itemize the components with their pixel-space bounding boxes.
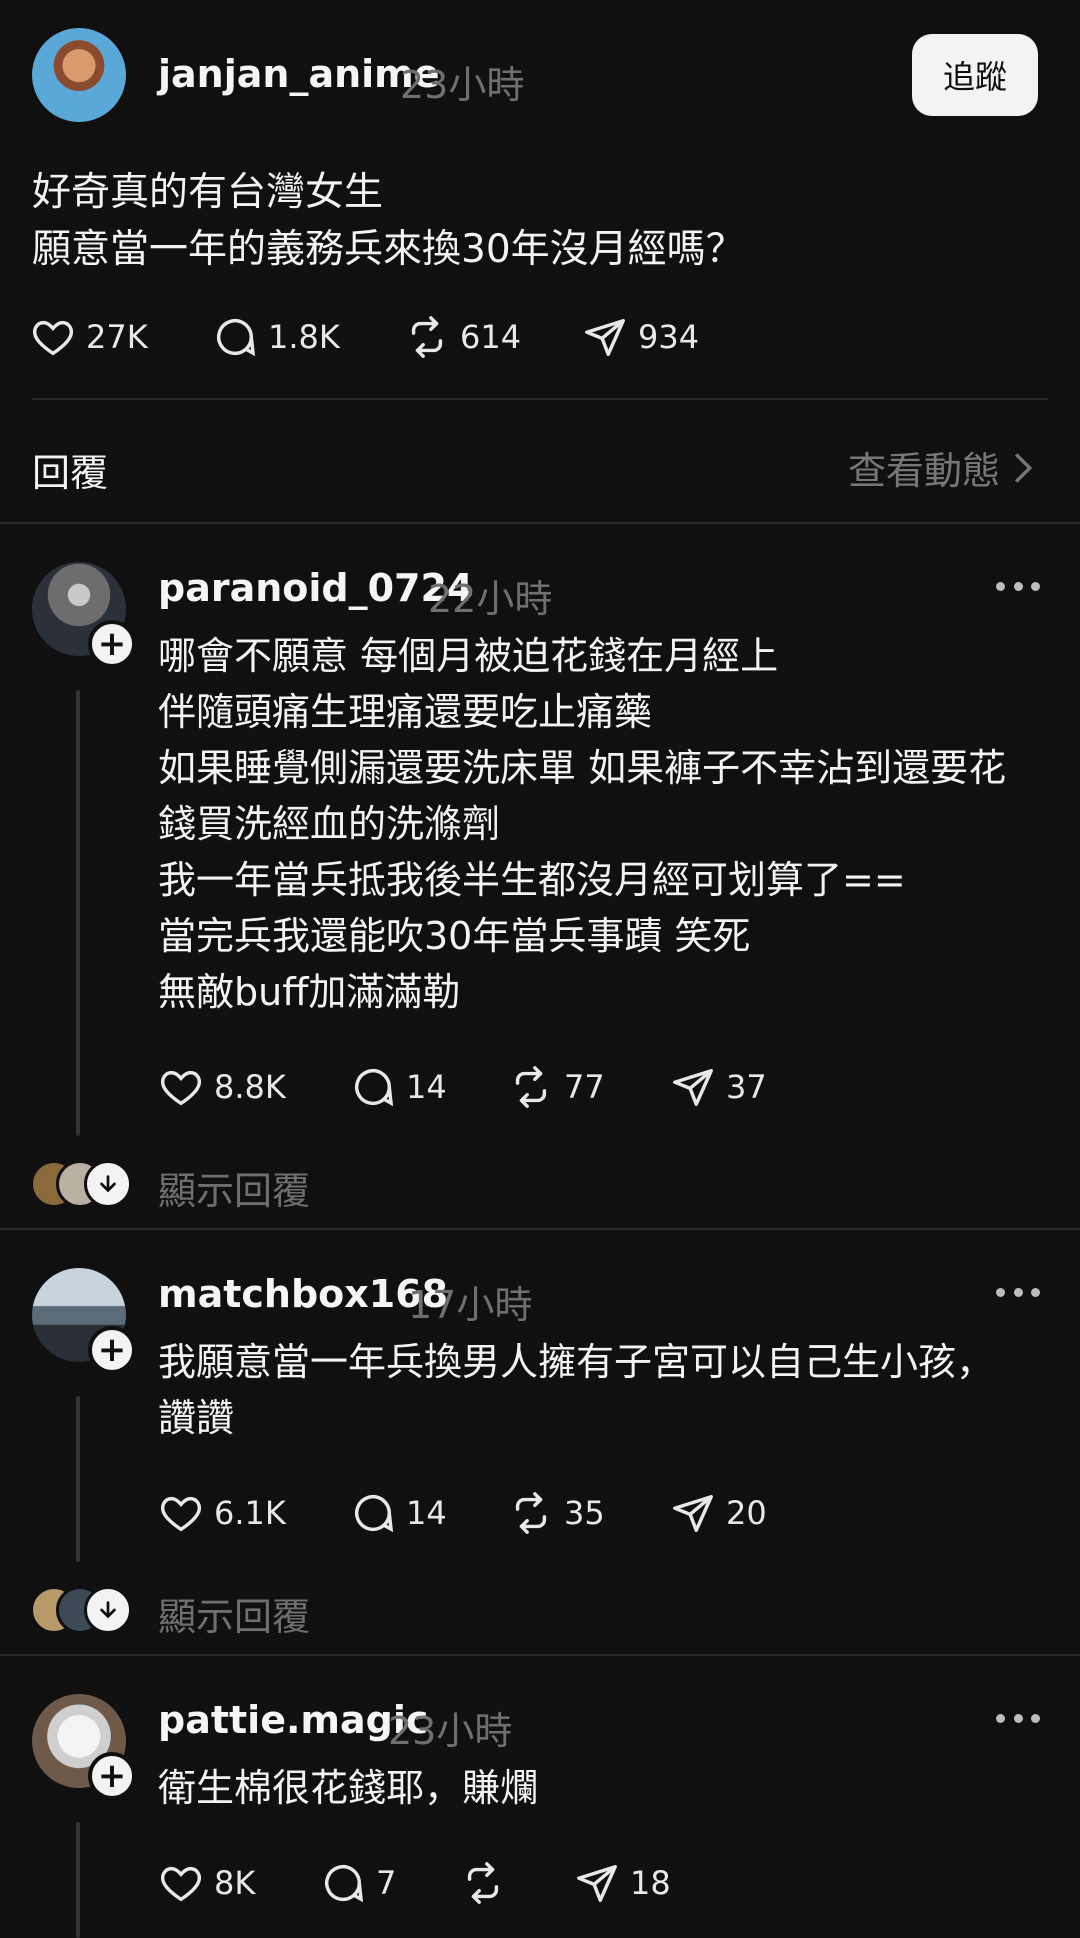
repost-icon [515, 1492, 547, 1534]
comment-text: 我願意當一年兵換男人擁有子宮可以自己生小孩， 讚讚 [158, 1334, 1038, 1446]
comment-text-line: 如果睡覺側漏還要洗床單 如果褲子不幸沾到還要花 [158, 746, 1007, 790]
repost-icon [411, 316, 443, 358]
comment-button[interactable]: 14 [350, 1064, 447, 1110]
send-icon [585, 318, 625, 356]
comment-text-line: 錢買洗經血的洗滌劑 [158, 802, 501, 846]
divider [0, 522, 1080, 524]
repost-button[interactable]: 77 [508, 1064, 605, 1110]
comment-bubble-icon [217, 319, 256, 357]
more-dots-icon[interactable] [996, 1712, 1040, 1724]
like-count: 27K [86, 318, 148, 356]
repost-count: 35 [564, 1494, 605, 1532]
comment-text-line: 衛生棉很花錢耶，賺爛 [158, 1766, 539, 1810]
like-button[interactable]: 27K [30, 314, 148, 360]
repost-count: 77 [564, 1068, 605, 1106]
repost-button[interactable]: 35 [508, 1490, 605, 1536]
comment-button[interactable]: 14 [350, 1490, 447, 1536]
more-dots-icon[interactable] [996, 1286, 1040, 1298]
share-count: 37 [726, 1068, 767, 1106]
thread-line [76, 1396, 80, 1562]
comment-text-line: 我一年當兵抵我後半生都沒月經可划算了== [158, 858, 906, 902]
like-button[interactable]: 8K [158, 1860, 255, 1906]
avatar[interactable] [32, 28, 126, 122]
share-count: 934 [638, 318, 700, 356]
arrow-down-icon[interactable] [84, 1160, 132, 1208]
more-dots-icon[interactable] [996, 580, 1040, 592]
like-button[interactable]: 6.1K [158, 1490, 286, 1536]
comment-text: 哪會不願意 每個月被迫花錢在月經上 伴隨頭痛生理痛還要吃止痛藥 如果睡覺側漏還要… [158, 628, 1038, 1020]
comment-text-line: 讚讚 [158, 1396, 235, 1440]
plus-icon[interactable]: + [88, 620, 136, 668]
chevron-right-icon [1014, 452, 1033, 483]
send-icon [577, 1864, 617, 1902]
follow-button[interactable]: 追蹤 [912, 34, 1038, 116]
post-text: 好奇真的有台灣女生 願意當一年的義務兵來換30年沒月經嗎？ [32, 164, 1032, 278]
post-time: 23小時 [400, 63, 525, 107]
like-button[interactable]: 8.8K [158, 1064, 286, 1110]
reply-avatars[interactable] [30, 1586, 132, 1634]
comment-button[interactable]: 1.8K [212, 314, 340, 360]
comment-text-line: 當完兵我還能吹30年當兵事蹟 笑死 [158, 914, 751, 958]
divider [32, 398, 1048, 400]
comment-time: 22小時 [428, 577, 553, 621]
send-icon [673, 1068, 713, 1106]
send-icon [673, 1494, 713, 1532]
comment-username[interactable]: paranoid_0724 [158, 566, 473, 610]
share-button[interactable]: 934 [582, 314, 699, 360]
comment-count: 14 [406, 1494, 447, 1532]
plus-icon[interactable]: + [88, 1326, 136, 1374]
post-text-line: 願意當一年的義務兵來換30年沒月經嗎？ [32, 227, 745, 272]
view-activity-label: 查看動態 [847, 449, 1000, 493]
comment-button[interactable]: 7 [320, 1860, 396, 1906]
reply-avatars[interactable] [30, 1160, 132, 1208]
like-count: 8.8K [214, 1068, 286, 1106]
comment-text-line: 無敵buff加滿滿勒 [158, 970, 461, 1014]
comment-count: 14 [406, 1068, 447, 1106]
divider [0, 1228, 1080, 1230]
comment-username[interactable]: matchbox168 [158, 1272, 448, 1316]
share-button[interactable]: 37 [670, 1064, 767, 1110]
repost-icon [467, 1862, 499, 1904]
repost-icon [515, 1066, 547, 1108]
like-count: 6.1K [214, 1494, 286, 1532]
arrow-down-icon[interactable] [84, 1586, 132, 1634]
plus-icon[interactable]: + [88, 1752, 136, 1800]
post-username[interactable]: janjan_anime [158, 52, 440, 96]
comment-text-line: 哪會不願意 每個月被迫花錢在月經上 [158, 634, 779, 678]
heart-icon [161, 1070, 201, 1106]
share-count: 20 [726, 1494, 767, 1532]
thread-line [76, 1822, 80, 1938]
comment-bubble-icon [355, 1495, 394, 1533]
comment-bubble-icon [355, 1069, 394, 1107]
repost-button[interactable] [460, 1860, 516, 1906]
share-button[interactable]: 18 [574, 1860, 671, 1906]
comment-text: 衛生棉很花錢耶，賺爛 [158, 1760, 1038, 1816]
share-button[interactable]: 20 [670, 1490, 767, 1536]
replies-heading: 回覆 [32, 451, 109, 495]
share-count: 18 [630, 1864, 671, 1902]
view-activity-link[interactable]: 查看動態 [848, 440, 1034, 495]
post-text-line: 好奇真的有台灣女生 [32, 170, 384, 215]
thread-line [76, 690, 80, 1136]
show-replies-link[interactable]: 顯示回覆 [158, 1586, 310, 1641]
heart-icon [161, 1496, 201, 1532]
comment-count: 7 [376, 1864, 397, 1902]
comment-text-line: 伴隨頭痛生理痛還要吃止痛藥 [158, 690, 653, 734]
comment-time: 17小時 [408, 1283, 533, 1327]
thread-page: janjan_anime 23小時 追蹤 好奇真的有台灣女生 願意當一年的義務兵… [0, 0, 1080, 1938]
like-count: 8K [214, 1864, 256, 1902]
heart-icon [161, 1866, 201, 1902]
comment-count: 1.8K [268, 318, 340, 356]
divider [0, 1654, 1080, 1656]
repost-count: 614 [460, 318, 522, 356]
comment-text-line: 我願意當一年兵換男人擁有子宮可以自己生小孩， [158, 1340, 995, 1384]
comment-time: 23小時 [388, 1709, 513, 1753]
comment-bubble-icon [325, 1865, 364, 1903]
show-replies-link[interactable]: 顯示回覆 [158, 1160, 310, 1215]
heart-icon [33, 320, 73, 356]
repost-button[interactable]: 614 [404, 314, 521, 360]
